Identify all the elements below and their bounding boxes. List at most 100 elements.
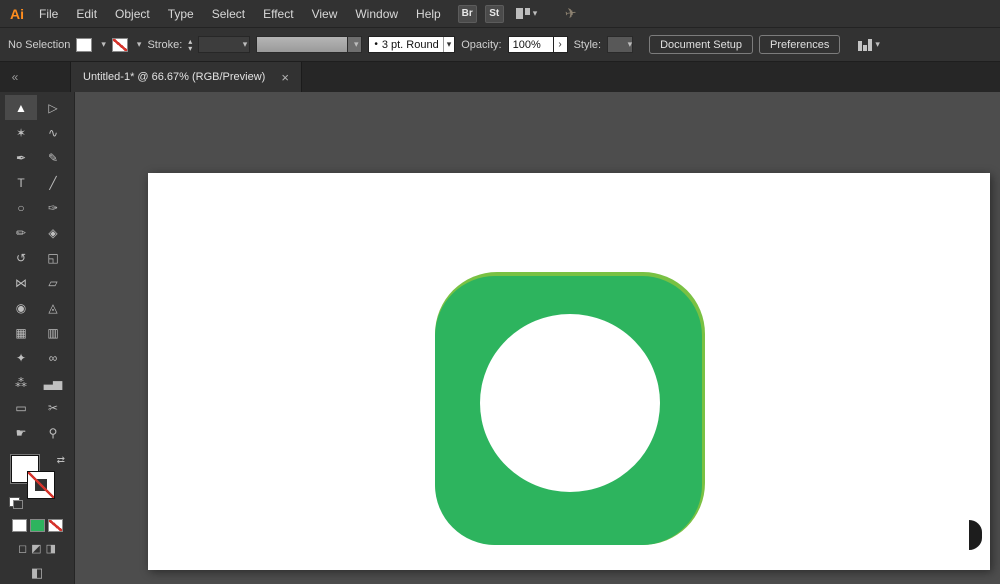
profile-value: 3 pt. Round (381, 38, 439, 51)
width-tool[interactable]: ⋈ (5, 270, 37, 295)
shape-fragment[interactable] (969, 520, 982, 550)
opacity-value: 100% (512, 38, 541, 51)
variable-width-profile-select[interactable]: • 3 pt. Round ▾ (368, 36, 456, 53)
swap-fill-stroke-icon[interactable]: ⇄ (57, 455, 65, 466)
fill-color-swatch[interactable] (76, 37, 93, 52)
artboard[interactable] (148, 173, 990, 570)
stroke-weight-select[interactable]: ▾ (198, 36, 251, 53)
draw-normal-icon[interactable]: ◻ (18, 542, 27, 555)
perspective-grid-tool[interactable]: ◬ (37, 295, 69, 320)
collapse-panel-icon[interactable]: « (0, 62, 30, 92)
type-tool[interactable]: T (5, 170, 37, 195)
opacity-label: Opacity: (461, 38, 502, 51)
symbol-sprayer-tool[interactable]: ⁂ (5, 370, 37, 395)
stroke-color-swatch[interactable] (111, 37, 128, 52)
paintbrush-tool[interactable]: ✑ (37, 195, 69, 220)
chevron-down-icon: ▾ (875, 39, 880, 49)
align-options[interactable]: ▾ (858, 38, 880, 51)
menu-object[interactable]: Object (106, 0, 159, 27)
preferences-button[interactable]: Preferences (759, 35, 841, 54)
lasso-tool[interactable]: ∿ (37, 120, 69, 145)
hand-tool[interactable]: ☛ (5, 420, 37, 445)
stroke-swatch[interactable] (27, 471, 55, 499)
align-icon (858, 38, 873, 51)
bridge-button[interactable]: Br (457, 4, 477, 23)
green-app-icon-face[interactable] (435, 276, 702, 545)
fill-stroke-indicator: ⇄ (9, 455, 65, 509)
column-graph-tool[interactable]: ▃▅ (37, 370, 69, 395)
workspace-switcher[interactable]: ▾ (515, 8, 538, 19)
canvas[interactable] (75, 92, 1000, 584)
slice-tool[interactable]: ✂ (37, 395, 69, 420)
screen-mode-icon[interactable]: ◧ (31, 565, 43, 581)
tools-panel: ▲ ▷ ✶ ∿ ✒ ✎ T ╱ ○ ✑ ✏ ◈ ↺ ◱ ⋈ ▱ ◉ ◬ ▦ ▥ ✦ ∞ ⁂ ▃▅ ▭ ✂ ☛ ⚲ ⇄ ◻ ◩ ◨ ◧ (0, 92, 75, 584)
gradient-tool[interactable]: ▥ (37, 320, 69, 345)
draw-inside-icon[interactable]: ◨ (46, 542, 56, 555)
menu-type[interactable]: Type (159, 0, 203, 27)
illustrator-window: Ai File Edit Object Type Select Effect V… (0, 0, 1000, 584)
shaper-tool[interactable]: ✏ (5, 220, 37, 245)
document-tab-title: Untitled-1* @ 66.67% (RGB/Preview) (83, 71, 266, 83)
free-transform-tool[interactable]: ▱ (37, 270, 69, 295)
tool-grid: ▲ ▷ ✶ ∿ ✒ ✎ T ╱ ○ ✑ ✏ ◈ ↺ ◱ ⋈ ▱ ◉ ◬ ▦ ▥ ✦ ∞ ⁂ ▃▅ ▭ ✂ ☛ ⚲ (5, 95, 69, 445)
line-segment-tool[interactable]: ╱ (37, 170, 69, 195)
scale-tool[interactable]: ◱ (37, 245, 69, 270)
share-icon[interactable]: ✈ (564, 4, 578, 22)
chevron-down-icon: ▾ (627, 39, 633, 49)
app-icon-circle[interactable] (480, 314, 660, 492)
apply-none-button[interactable] (47, 519, 63, 532)
stroke-weight-stepper[interactable]: ▴ ▾ (188, 37, 192, 52)
chevron-down-icon: ▾ (354, 39, 359, 49)
apply-color-button[interactable] (11, 519, 27, 532)
opacity-control[interactable]: 100% › (507, 36, 568, 53)
eraser-tool[interactable]: ◈ (37, 220, 69, 245)
zoom-tool[interactable]: ⚲ (37, 420, 69, 445)
document-tab-bar: « Untitled-1* @ 66.67% (RGB/Preview) × (0, 62, 1000, 92)
green-app-icon[interactable] (435, 272, 705, 545)
selection-status: No Selection (8, 38, 71, 51)
control-bar: No Selection ▾ ▾ Stroke: ▴ ▾ ▾ ▾ • 3 pt.… (0, 28, 1000, 62)
brush-caret-cell[interactable]: ▾ (348, 36, 363, 53)
curvature-tool[interactable]: ✎ (37, 145, 69, 170)
menu-file[interactable]: File (30, 0, 67, 27)
chevron-down-icon: ▾ (242, 39, 248, 49)
fill-caret-icon[interactable]: ▾ (101, 39, 106, 50)
menu-edit[interactable]: Edit (67, 0, 106, 27)
style-select[interactable]: ▾ (607, 36, 634, 53)
chevron-down-icon: ▾ (532, 8, 538, 18)
menu-bar: Ai File Edit Object Type Select Effect V… (0, 0, 1000, 28)
menu-window[interactable]: Window (346, 0, 407, 27)
menu-help[interactable]: Help (407, 0, 450, 27)
document-setup-button[interactable]: Document Setup (649, 35, 754, 54)
ellipse-tool[interactable]: ○ (5, 195, 37, 220)
pen-tool[interactable]: ✒ (5, 145, 37, 170)
artboard-tool[interactable]: ▭ (5, 395, 37, 420)
stroke-caret-icon[interactable]: ▾ (137, 39, 142, 50)
opacity-panel-arrow[interactable]: › (553, 36, 568, 53)
profile-dot: • (374, 39, 378, 50)
menu-effect[interactable]: Effect (254, 0, 302, 27)
magic-wand-tool[interactable]: ✶ (5, 120, 37, 145)
document-tab[interactable]: Untitled-1* @ 66.67% (RGB/Preview) × (70, 62, 302, 92)
shape-builder-tool[interactable]: ◉ (5, 295, 37, 320)
rotate-tool[interactable]: ↺ (5, 245, 37, 270)
style-label: Style: (573, 38, 602, 51)
app-logo[interactable]: Ai (4, 3, 30, 25)
direct-selection-tool[interactable]: ▷ (37, 95, 69, 120)
default-fill-stroke-icon[interactable] (9, 497, 23, 509)
stepper-down-icon[interactable]: ▾ (188, 44, 192, 52)
menu-select[interactable]: Select (203, 0, 254, 27)
menu-view[interactable]: View (303, 0, 347, 27)
stock-button[interactable]: St (484, 4, 504, 23)
apply-gradient-button[interactable] (29, 519, 45, 532)
eyedropper-tool[interactable]: ✦ (5, 345, 37, 370)
draw-behind-icon[interactable]: ◩ (31, 542, 41, 555)
mesh-tool[interactable]: ▦ (5, 320, 37, 345)
brush-preview (256, 36, 349, 53)
brush-definition-select[interactable]: ▾ (256, 36, 363, 53)
opacity-input[interactable]: 100% (507, 36, 554, 53)
chevron-down-icon[interactable]: ▾ (442, 37, 455, 52)
blend-tool[interactable]: ∞ (37, 345, 69, 370)
selection-tool[interactable]: ▲ (5, 95, 37, 120)
close-icon[interactable]: × (281, 70, 289, 85)
